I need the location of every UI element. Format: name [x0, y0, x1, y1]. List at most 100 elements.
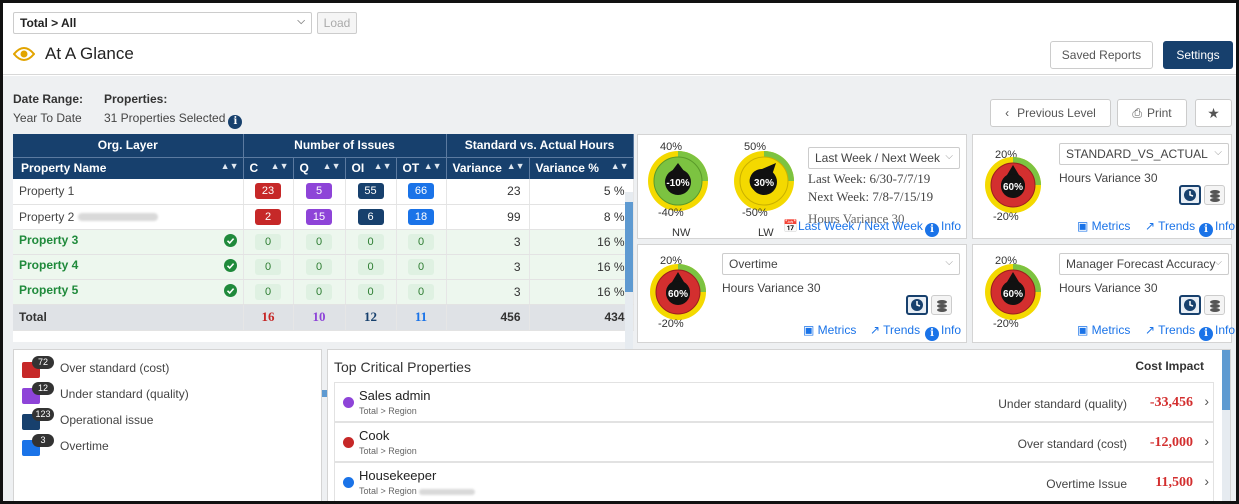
page-title: At A Glance	[45, 44, 134, 63]
coins-icon[interactable]	[1204, 185, 1225, 205]
oi-label: OI	[351, 161, 365, 176]
q-header[interactable]: Q ▲▼	[293, 156, 346, 179]
info-link[interactable]: i Info	[925, 219, 961, 237]
gauge-overtime[interactable]: 60%	[648, 262, 708, 322]
favorite-button[interactable]: ★	[1195, 99, 1232, 127]
total-row: Total 16 10 12 11 456 434	[13, 304, 634, 331]
issue-badge[interactable]: 5	[306, 183, 332, 200]
table-row[interactable]: Property 5 0 0 0 0 3 16 %	[13, 279, 634, 305]
ot-header[interactable]: OT ▲▼	[396, 156, 447, 179]
scrollbar-thumb[interactable]	[625, 202, 633, 292]
list-item[interactable]: Cook Total > Region Over standard (cost)…	[334, 422, 1214, 462]
issue-badge[interactable]: 2	[255, 208, 281, 225]
clock-icon[interactable]	[906, 295, 928, 315]
hierarchy-select[interactable]: Total > All ⌵	[13, 12, 312, 34]
calendar-icon: 📅	[783, 219, 798, 233]
oi-header[interactable]: OI ▲▼	[345, 156, 397, 179]
issue-badge[interactable]: 66	[408, 183, 434, 200]
gauge-lw[interactable]: 30%	[732, 149, 796, 213]
critical-title: Top Critical Properties	[334, 359, 471, 375]
issue-badge[interactable]: 0	[306, 233, 332, 250]
print-button[interactable]: ⎙ Print	[1117, 99, 1187, 127]
period-dropdown[interactable]: Last Week / Next Week ⌵	[808, 147, 960, 169]
gauge-value: 60%	[1003, 182, 1023, 193]
variance-pct-header[interactable]: Variance % ▲▼	[529, 156, 634, 179]
issue-badge[interactable]: 0	[408, 283, 434, 300]
list-item[interactable]: Sales admin Total > Region Under standar…	[334, 382, 1214, 422]
coins-icon[interactable]	[1204, 295, 1225, 315]
property-name[interactable]: Property 1	[13, 179, 244, 205]
chevron-down-icon: ⌵	[1214, 147, 1222, 158]
issue-badge[interactable]: 0	[408, 258, 434, 275]
saved-reports-button[interactable]: Saved Reports	[1050, 41, 1153, 69]
gauge-value: 60%	[1003, 289, 1023, 300]
gauge-forecast[interactable]: 60%	[983, 262, 1043, 322]
trends-link[interactable]: ↗ Trends	[1145, 219, 1195, 233]
trends-link[interactable]: ↗ Trends	[1145, 323, 1195, 337]
last-next-week-link[interactable]: 📅Last Week / Next Week	[783, 219, 923, 233]
chevron-right-icon[interactable]: ›	[1204, 393, 1209, 409]
issue-badge[interactable]: 18	[408, 208, 434, 225]
issue-badge[interactable]: 23	[255, 183, 281, 200]
info-icon[interactable]: i	[228, 115, 243, 129]
variance-header[interactable]: Variance ▲▼	[446, 156, 530, 179]
info-link[interactable]: i Info	[1199, 323, 1235, 341]
info-link[interactable]: i Info	[925, 323, 961, 341]
property-name-cell[interactable]: Property 3	[13, 229, 244, 255]
table-row[interactable]: Property 3 0 0 0 0 3 16 %	[13, 229, 634, 255]
issue-badge[interactable]: 0	[357, 258, 384, 275]
clock-icon[interactable]	[1179, 185, 1201, 205]
metrics-link[interactable]: ▣ Metrics	[1077, 219, 1130, 233]
critical-type: Under standard (quality)	[998, 397, 1127, 411]
table-row[interactable]: Property 2 2 15 6 18 99 8 %	[13, 204, 634, 230]
gauge-standard[interactable]: 60%	[983, 155, 1043, 215]
info-link[interactable]: i Info	[1199, 219, 1235, 237]
chevron-down-icon: ⌵	[297, 16, 305, 27]
issue-badge[interactable]: 6	[357, 208, 384, 225]
metric-dropdown[interactable]: Manager Forecast Accuracy ⌵	[1059, 253, 1229, 275]
cell-oi: 0	[345, 279, 397, 305]
scrollbar-thumb[interactable]	[1222, 350, 1230, 410]
property-name-header[interactable]: Property Name ▲▼	[13, 156, 244, 179]
property-name-cell[interactable]: Property 5	[13, 279, 244, 305]
property-name-cell[interactable]: Property 2	[13, 204, 244, 230]
table-row[interactable]: Property 1 23 5 55 66 23 5 %	[13, 179, 634, 205]
metric-dropdown[interactable]: STANDARD_VS_ACTUAL ⌵	[1059, 143, 1229, 165]
cell-c: 0	[243, 254, 294, 280]
critical-path: Total > Region	[359, 486, 417, 496]
coins-icon[interactable]	[931, 295, 952, 315]
issue-badge[interactable]: 0	[255, 258, 281, 275]
q-label: Q	[299, 161, 309, 176]
issue-badge[interactable]: 0	[306, 258, 332, 275]
date-range-value[interactable]: Year To Date	[13, 111, 82, 125]
settings-button[interactable]: Settings	[1163, 41, 1233, 69]
critical-type: Over standard (cost)	[1017, 437, 1127, 451]
vertical-scrollbar[interactable]	[1222, 350, 1230, 501]
issue-badge[interactable]: 0	[306, 283, 332, 300]
c-header[interactable]: C ▲▼	[243, 156, 294, 179]
gauge-nw[interactable]: -10%	[646, 149, 710, 213]
chevron-right-icon[interactable]: ›	[1204, 433, 1209, 449]
issue-badge[interactable]: 55	[357, 183, 384, 200]
previous-level-button[interactable]: ‹ Previous Level	[990, 99, 1111, 127]
view-toggle	[1179, 295, 1225, 315]
trends-link[interactable]: ↗ Trends	[870, 323, 920, 337]
metrics-link[interactable]: ▣ Metrics	[803, 323, 856, 337]
issue-badge[interactable]: 0	[255, 283, 281, 300]
issue-badge[interactable]: 0	[357, 233, 384, 250]
issue-badge[interactable]: 15	[306, 208, 332, 225]
list-item[interactable]: Housekeeper Total > Region Overtime Issu…	[334, 462, 1214, 501]
load-button[interactable]: Load	[317, 12, 357, 34]
property-name-cell[interactable]: Property 4	[13, 254, 244, 280]
legend-label: Operational issue	[60, 413, 154, 427]
table-row[interactable]: Property 4 0 0 0 0 3 16 %	[13, 254, 634, 280]
metric-dropdown[interactable]: Overtime ⌵	[722, 253, 960, 275]
metrics-link[interactable]: ▣ Metrics	[1077, 323, 1130, 337]
chevron-right-icon[interactable]: ›	[1204, 473, 1209, 489]
trends-link-label: Trends	[1158, 219, 1196, 233]
clock-icon[interactable]	[1179, 295, 1201, 315]
issue-badge[interactable]: 0	[255, 233, 281, 250]
issue-badge[interactable]: 0	[408, 233, 434, 250]
issue-badge[interactable]: 0	[357, 283, 384, 300]
variance-label: Variance	[452, 161, 502, 176]
